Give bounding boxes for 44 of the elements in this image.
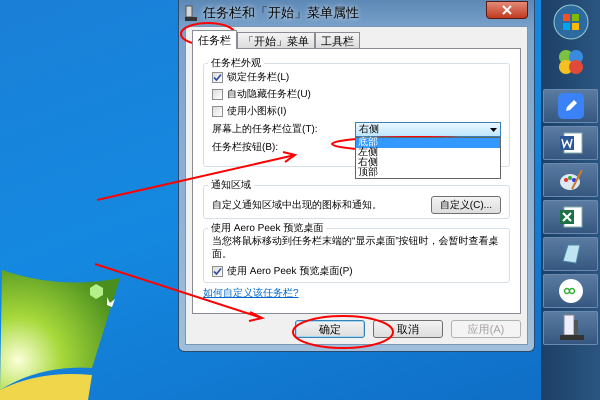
tab[interactable]: 「开始」菜单 [237,32,315,48]
taskbar-button[interactable] [543,126,598,160]
dialog-button[interactable]: 取消 [373,320,443,338]
checkbox-label[interactable]: 自动隐藏任务栏(U) [227,88,311,101]
group-title: 任务栏外观 [208,57,264,70]
taskbar-button[interactable] [543,89,598,123]
taskbar-button[interactable] [543,274,598,308]
dropdown-option[interactable]: 顶部 [356,168,500,178]
position-label: 屏幕上的任务栏位置(T): [212,123,318,136]
dropdown-option[interactable]: 右侧 [356,158,500,168]
excel-icon [558,204,584,230]
start-orb-icon[interactable] [552,4,588,40]
close-button[interactable] [486,1,528,19]
round-app-icon [558,278,584,304]
position-dropdown[interactable]: 右侧 [355,122,501,137]
aero-peek-description: 当您将鼠标移动到任务栏末端的“显示桌面”按钮时，会暂时查看桌面。 [212,235,500,261]
word-icon [558,130,584,156]
dropdown-arrow-icon [490,128,497,132]
taskbar-button[interactable] [543,311,598,345]
help-link[interactable]: 如何自定义该任务栏? [203,287,299,300]
group-title: 使用 Aero Peek 预览桌面 [208,222,326,235]
checkbox[interactable] [212,266,223,277]
checkbox[interactable] [212,106,223,117]
checkbox[interactable] [212,72,223,83]
paint-palette-icon [558,167,584,193]
taskbar-properties-icon [185,5,197,21]
notification-text: 自定义通知区域中出现的图标和通知。 [212,198,382,212]
tab[interactable]: 工具栏 [315,32,360,48]
taskbar-button[interactable] [543,200,598,234]
tab[interactable]: 任务栏 [192,30,237,49]
pencil-app-icon [558,93,584,119]
taskbar-button[interactable] [543,237,598,271]
taskbar-buttons-label: 任务栏按钮(B): [212,141,278,154]
close-icon [502,5,512,15]
annotation-ellipse [180,22,236,46]
checkbox-label[interactable]: 使用小图标(I) [227,105,286,118]
checkbox[interactable] [212,89,223,100]
dialog-button[interactable]: 确定 [295,320,365,338]
window-title: 任务栏和「开始」菜单属性 [203,4,359,22]
taskbar-button[interactable] [543,163,598,197]
checkbox-label[interactable]: 使用 Aero Peek 预览桌面(P) [227,265,353,278]
checkbox-label[interactable]: 锁定任务栏(L) [227,71,290,84]
customize-button[interactable]: 自定义(C)... [430,196,501,214]
group-title: 通知区域 [208,179,254,192]
